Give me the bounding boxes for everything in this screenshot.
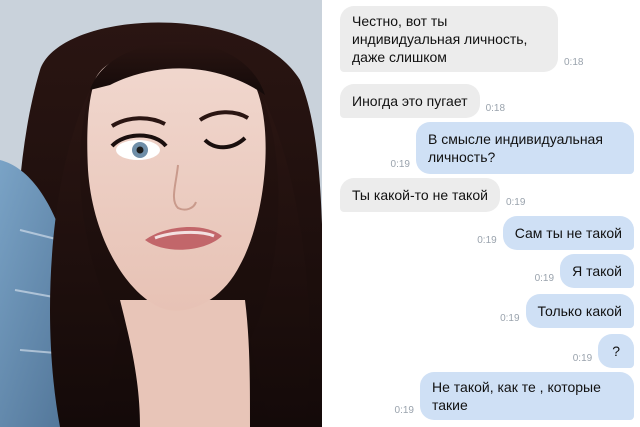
message-outgoing: Сам ты не такой 0:19 <box>471 216 634 250</box>
message-outgoing: Только какой 0:19 <box>494 294 634 328</box>
message-incoming: Иногда это пугает 0:18 <box>340 84 511 118</box>
message-bubble[interactable]: В смысле индивидуальная личность? <box>416 122 634 174</box>
message-incoming: Честно, вот ты индивидуальная личность, … <box>340 6 589 72</box>
message-timestamp: 0:19 <box>572 353 593 364</box>
chat-thread[interactable]: Честно, вот ты индивидуальная личность, … <box>332 0 640 427</box>
message-bubble[interactable]: Не такой, как те , которые такие <box>420 372 634 420</box>
message-timestamp: 0:19 <box>390 159 410 170</box>
message-bubble[interactable]: Честно, вот ты индивидуальная личность, … <box>340 6 558 72</box>
profile-photo <box>0 0 322 427</box>
message-timestamp: 0:18 <box>564 57 584 68</box>
message-bubble[interactable]: Ты какой-то не такой <box>340 178 500 212</box>
message-timestamp: 0:19 <box>505 197 526 208</box>
message-outgoing: Не такой, как те , которые такие 0:19 <box>389 372 634 420</box>
message-bubble[interactable]: Я такой <box>560 254 634 288</box>
woman-portrait-image <box>0 0 322 427</box>
message-outgoing: В смысле индивидуальная личность? 0:19 <box>385 122 634 174</box>
message-bubble[interactable]: ? <box>598 334 634 368</box>
message-timestamp: 0:18 <box>485 103 506 114</box>
message-outgoing: Я такой 0:19 <box>529 254 634 288</box>
message-outgoing: ? 0:19 <box>567 334 634 368</box>
message-incoming: Ты какой-то не такой 0:19 <box>340 178 531 212</box>
message-timestamp: 0:19 <box>500 313 520 324</box>
message-timestamp: 0:19 <box>534 273 555 284</box>
message-bubble[interactable]: Сам ты не такой <box>502 216 634 250</box>
message-timestamp: 0:19 <box>477 235 497 246</box>
message-bubble[interactable]: Только какой <box>525 294 634 328</box>
message-timestamp: 0:19 <box>394 405 414 416</box>
divider <box>322 0 332 427</box>
message-bubble[interactable]: Иногда это пугает <box>340 84 480 118</box>
